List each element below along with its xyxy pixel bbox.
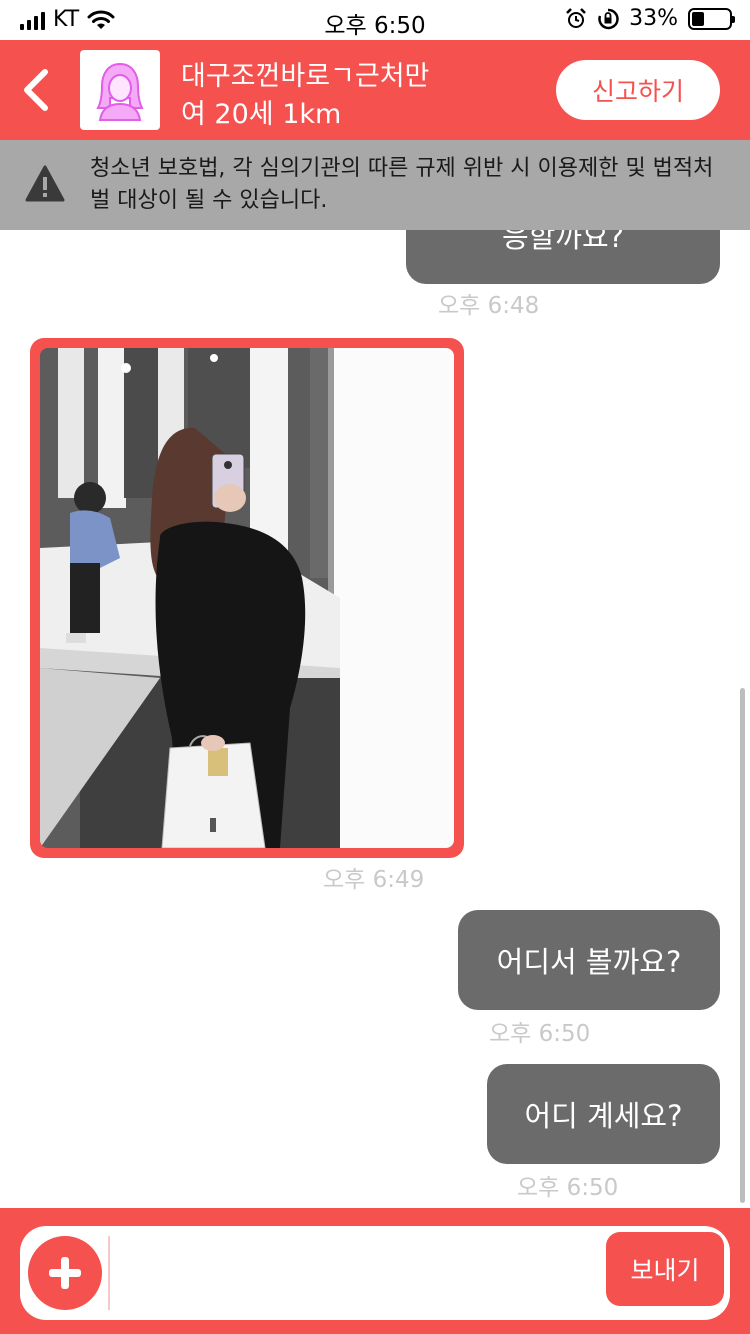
female-profile-icon [96,62,144,121]
partner-name: 대구조껀바로ㄱ근처만 [181,61,430,92]
message-input[interactable] [108,1236,598,1310]
message-time: 오후 6:49 [323,867,425,893]
partner-info: 여 20세 1km [181,99,342,130]
message-time: 오후 6:50 [517,1175,619,1201]
message-bubble-sent[interactable]: 어디서 볼까요? [458,910,720,1010]
input-container: 보내기 [20,1226,730,1320]
status-right: 33% [565,6,735,31]
attach-button[interactable] [28,1236,102,1310]
warning-text: 청소년 보호법, 각 심의기관의 따른 규제 위반 시 이용제한 및 법적처벌 … [90,156,714,213]
battery-icon [688,7,735,30]
message-text: 어디서 볼까요? [496,945,682,979]
warning-banner: 청소년 보호법, 각 심의기관의 따른 규제 위반 시 이용제한 및 법적처벌 … [0,140,750,230]
message-text: 어디 계세요? [524,1099,683,1133]
chevron-left-icon [24,69,48,111]
send-button[interactable]: 보내기 [606,1232,724,1306]
back-button[interactable] [16,64,56,116]
report-button[interactable]: 신고하기 [556,60,720,120]
message-bubble-sent[interactable]: 어디 계세요? [487,1064,720,1164]
battery-percent: 33% [629,6,678,31]
alarm-icon [566,7,586,28]
message-bubble-sent[interactable]: 응할까요? [406,230,720,284]
chat-header: 대구조껀바로ㄱ근처만 여 20세 1km 신고하기 [0,40,750,140]
battery-fill [692,11,704,26]
plus-icon [49,1257,81,1289]
message-text: 응할까요? [501,230,625,254]
avatar[interactable] [80,50,160,130]
message-list[interactable]: 응할까요? 오후 6:48 오후 6:49 어디서 볼까요? 오후 6:50 어… [0,230,750,1208]
message-input-bar: 보내기 [0,1208,750,1334]
warning-triangle-icon [25,165,65,202]
selfie-photo [40,348,454,848]
message-time: 오후 6:48 [438,293,540,319]
message-image[interactable] [30,338,464,858]
chat-screen: KT 오후 6:50 33% 대구조껀바로ㄱ근처만 여 20세 1km 신고하기… [0,0,750,1334]
message-time: 오후 6:50 [489,1021,591,1047]
scrollbar[interactable] [740,688,745,1203]
status-bar: KT 오후 6:50 33% [0,0,750,40]
orientation-lock-icon [598,8,619,29]
